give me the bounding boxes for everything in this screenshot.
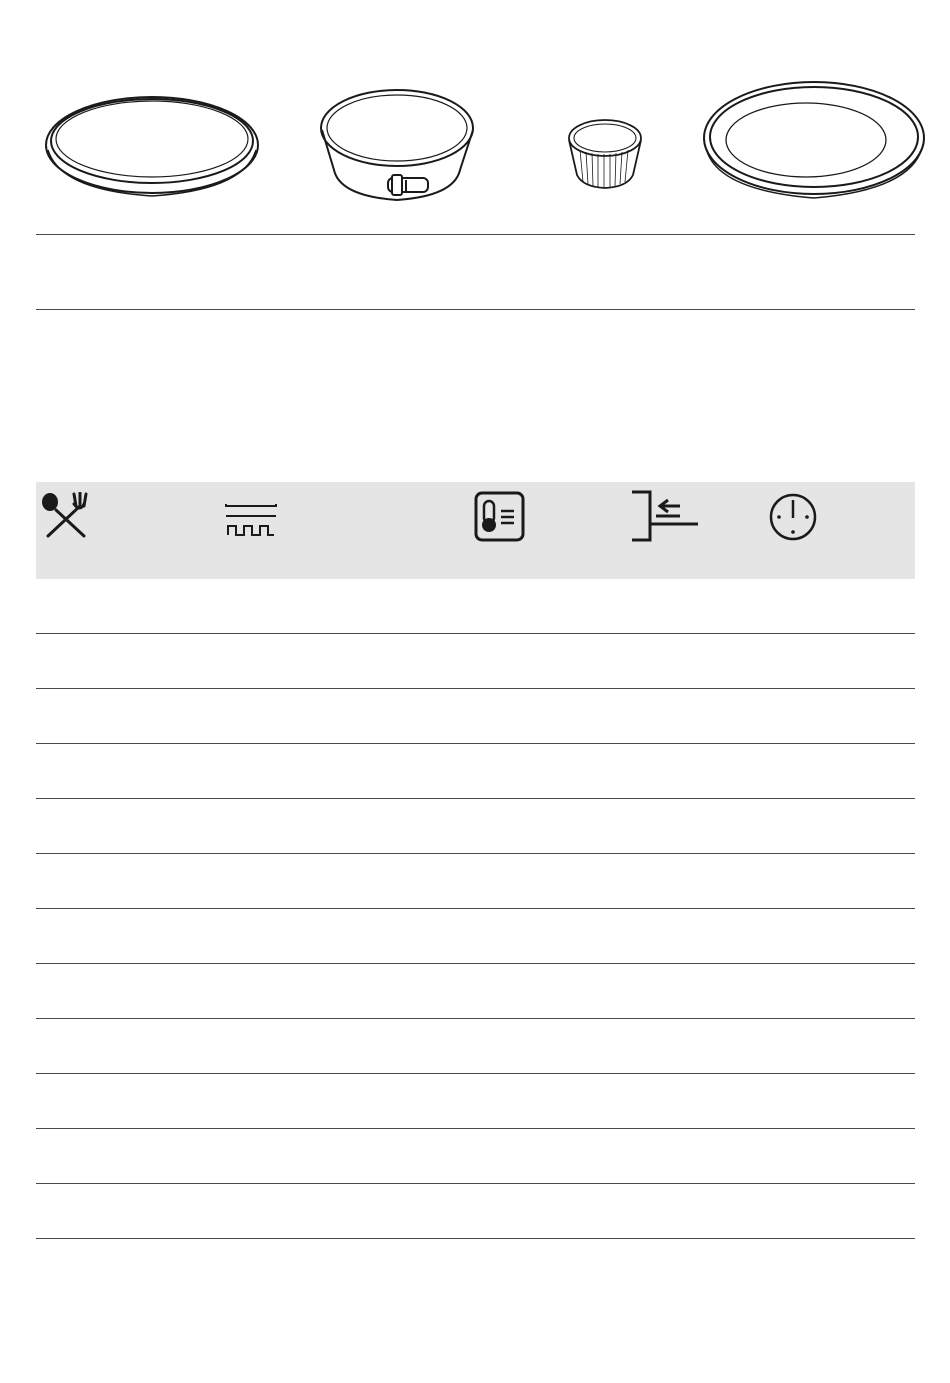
table-row [36, 1129, 915, 1184]
table-row [36, 799, 915, 854]
cookware-illustrations [45, 81, 925, 202]
ramekin-icon [568, 119, 642, 189]
springform-pan-icon [320, 89, 474, 202]
table-row [36, 744, 915, 799]
table-row [36, 909, 915, 964]
table-row [36, 1184, 915, 1239]
table-row [36, 579, 915, 634]
table-row [36, 1074, 915, 1129]
table-body [36, 579, 915, 1239]
cake-tin-icon [703, 81, 925, 199]
divider-line [36, 309, 915, 310]
heating-function-icon [225, 504, 277, 536]
food-icon [42, 492, 88, 538]
time-icon [769, 493, 817, 541]
table-row [36, 1019, 915, 1074]
shelf-position-icon [632, 490, 698, 542]
table-row [36, 689, 915, 744]
table-row [36, 964, 915, 1019]
flat-baking-tray-icon [45, 96, 259, 197]
table-row [36, 634, 915, 689]
table-row [36, 854, 915, 909]
temperature-icon [474, 491, 525, 542]
divider-line [36, 234, 915, 235]
